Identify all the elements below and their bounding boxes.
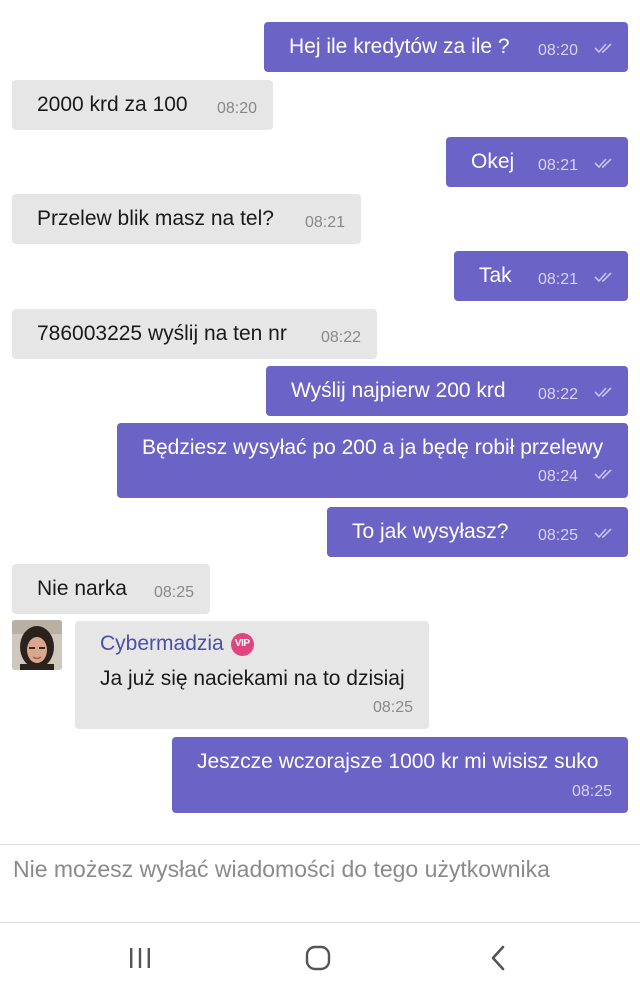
message-incoming[interactable]: 786003225 wyślij na ten nr 08:22 — [12, 309, 377, 359]
read-receipt-icon — [594, 43, 612, 54]
back-button[interactable] — [478, 938, 518, 978]
message-time: 08:25 — [154, 584, 195, 601]
message-text: Ja już się naciekami na to dzisiaj — [100, 667, 405, 690]
composer-divider-bottom — [0, 922, 640, 923]
message-time: 08:25 — [572, 783, 613, 800]
message-outgoing[interactable]: Wyślij najpierw 200 krd 08:22 — [266, 366, 628, 416]
message-time: 08:20 — [538, 42, 579, 59]
recent-apps-icon — [130, 948, 150, 968]
message-incoming[interactable]: Przelew blik masz na tel? 08:21 — [12, 194, 361, 244]
message-text: Jeszcze wczorajsze 1000 kr mi wisisz suk… — [197, 750, 599, 773]
home-button[interactable] — [298, 938, 338, 978]
message-time: 08:22 — [538, 386, 579, 403]
message-time: 08:21 — [538, 271, 579, 288]
sender-row: Cybermadzia VIP — [100, 631, 254, 657]
navigation-bar — [0, 924, 640, 990]
message-time: 08:24 — [538, 468, 579, 485]
message-time: 08:25 — [373, 699, 414, 716]
sender-name[interactable]: Cybermadzia — [100, 631, 224, 657]
message-text: Hej ile kredytów za ile ? — [289, 35, 510, 58]
message-text: Nie narka — [37, 577, 127, 600]
message-time: 08:21 — [305, 214, 346, 231]
vip-badge-icon: VIP — [230, 632, 254, 656]
read-receipt-icon — [594, 272, 612, 283]
message-text: Tak — [479, 264, 512, 287]
message-outgoing[interactable]: Hej ile kredytów za ile ? 08:20 — [264, 22, 628, 72]
message-text: Wyślij najpierw 200 krd — [291, 379, 506, 402]
avatar[interactable] — [12, 620, 62, 670]
message-incoming[interactable]: Cybermadzia VIP Ja już się naciekami na … — [75, 621, 429, 729]
read-receipt-icon — [594, 158, 612, 169]
message-text: To jak wysyłasz? — [352, 520, 509, 543]
message-incoming[interactable]: 2000 krd za 100 08:20 — [12, 80, 273, 130]
message-text: Przelew blik masz na tel? — [37, 207, 274, 230]
message-text: Będziesz wysyłać po 200 a ja będę robił … — [142, 436, 604, 459]
message-text: 786003225 wyślij na ten nr — [37, 322, 287, 345]
message-incoming[interactable]: Nie narka 08:25 — [12, 564, 210, 614]
home-icon — [305, 945, 331, 971]
message-time: 08:21 — [538, 157, 579, 174]
message-text: 2000 krd za 100 — [37, 93, 188, 116]
read-receipt-icon — [594, 387, 612, 398]
message-time: 08:20 — [217, 100, 258, 117]
message-outgoing[interactable]: Okej 08:21 — [446, 137, 628, 187]
message-time: 08:25 — [538, 527, 579, 544]
read-receipt-icon — [594, 528, 612, 539]
composer-disabled-notice: Nie możesz wysłać wiadomości do tego uży… — [13, 856, 550, 882]
composer-divider-top — [0, 844, 640, 845]
message-outgoing[interactable]: Będziesz wysyłać po 200 a ja będę robił … — [117, 423, 628, 498]
message-outgoing[interactable]: To jak wysyłasz? 08:25 — [327, 507, 628, 557]
avatar-photo — [12, 620, 62, 670]
message-outgoing[interactable]: Jeszcze wczorajsze 1000 kr mi wisisz suk… — [172, 737, 628, 813]
message-time: 08:22 — [321, 329, 362, 346]
recent-apps-button[interactable] — [120, 938, 160, 978]
message-outgoing[interactable]: Tak 08:21 — [454, 251, 628, 301]
read-receipt-icon — [594, 469, 612, 480]
back-icon — [491, 945, 505, 971]
message-text: Okej — [471, 150, 515, 173]
